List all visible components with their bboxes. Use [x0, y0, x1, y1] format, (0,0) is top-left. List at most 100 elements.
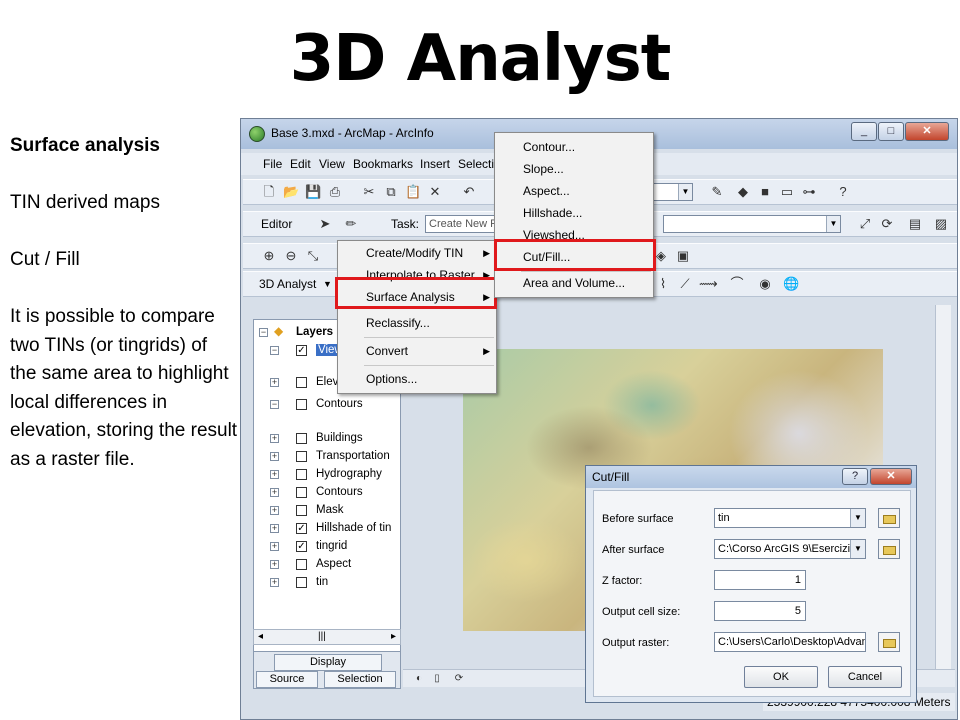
minimize-button[interactable]: _ [851, 122, 877, 141]
layer-visibility-checkbox[interactable]: ✓ [296, 345, 307, 356]
expand-toggle-icon[interactable]: − [270, 346, 279, 355]
split-tool-icon[interactable]: ⤢ [857, 216, 873, 232]
tab-source[interactable]: Source [256, 671, 318, 688]
expand-toggle-icon[interactable]: + [270, 506, 279, 515]
menu-hillshade[interactable]: Hillshade... [495, 201, 653, 225]
menu-slope[interactable]: Slope... [495, 157, 653, 181]
layer-visibility-checkbox[interactable] [296, 399, 307, 410]
z-factor-input[interactable]: 1 [714, 570, 806, 590]
close-button[interactable]: ✕ [905, 122, 949, 141]
map-vertical-scrollbar[interactable] [935, 305, 951, 669]
expand-toggle-icon[interactable]: + [270, 542, 279, 551]
layer-visibility-checkbox[interactable] [296, 559, 307, 570]
expand-toggle-icon[interactable]: + [270, 452, 279, 461]
new-icon[interactable]: 🗋 [261, 184, 277, 200]
sketch-tool-icon[interactable]: ✏ [343, 216, 359, 232]
editor-toolbar-icon[interactable]: ✎ [709, 184, 725, 200]
zoom-out-icon[interactable]: ⊖ [283, 248, 299, 264]
menu-edit[interactable]: Edit [290, 157, 311, 171]
after-surface-select[interactable]: C:\Corso ArcGIS 9\Esercizi ▼ [714, 539, 866, 559]
dialog-close-button[interactable]: ✕ [870, 468, 912, 485]
expand-toggle-icon[interactable]: + [270, 578, 279, 587]
menu-file[interactable]: File [263, 157, 282, 171]
toc-layer-row[interactable]: + Aspect [253, 556, 401, 574]
arcscene-icon[interactable]: ◉ [757, 276, 773, 292]
open-icon[interactable]: 📂 [283, 184, 299, 200]
layer-visibility-checkbox[interactable] [296, 433, 307, 444]
layer-visibility-checkbox[interactable] [296, 469, 307, 480]
menu-area-volume[interactable]: Area and Volume... [495, 271, 653, 295]
expand-toggle-icon[interactable]: − [270, 400, 279, 409]
editor-menu[interactable]: Editor [261, 217, 292, 231]
command-line-icon[interactable]: ▭ [779, 184, 795, 200]
toc-layer-row[interactable]: + Mask [253, 502, 401, 520]
attributes-icon[interactable]: ▤ [907, 216, 923, 232]
expand-toggle-icon[interactable]: + [270, 434, 279, 443]
menu-contour[interactable]: Contour... [495, 135, 653, 159]
layout-view-icon[interactable]: ▯ [429, 671, 445, 687]
delete-icon[interactable]: ✕ [427, 184, 443, 200]
cancel-button[interactable]: Cancel [828, 666, 902, 688]
data-view-icon[interactable]: ◐ [411, 671, 427, 687]
toc-layer-row[interactable]: + Buildings [253, 430, 401, 448]
sketch-properties-icon[interactable]: ▨ [933, 216, 949, 232]
dialog-titlebar[interactable]: Cut/Fill ? ✕ [586, 466, 916, 488]
ok-button[interactable]: OK [744, 666, 818, 688]
fixed-zoom-icon[interactable]: ⤡ [305, 248, 321, 264]
refresh-icon[interactable]: ⟳ [451, 671, 467, 687]
zoom-in-icon[interactable]: ⊕ [261, 248, 277, 264]
steepest-path-icon[interactable]: ⟋ [677, 276, 693, 292]
menu-options[interactable]: Options... [338, 367, 496, 391]
layer-visibility-checkbox[interactable] [296, 487, 307, 498]
layer-visibility-checkbox[interactable] [296, 577, 307, 588]
cut-icon[interactable]: ✂ [361, 184, 377, 200]
arcglobe-icon[interactable]: 🌐 [783, 276, 799, 292]
print-icon[interactable]: ⎙ [327, 184, 343, 200]
toc-layer-row[interactable]: − Contours [253, 396, 401, 414]
open-folder-icon[interactable] [878, 508, 900, 528]
catalog-icon[interactable]: ◆ [735, 184, 751, 200]
tab-display[interactable]: Display [274, 654, 382, 671]
task-combo[interactable]: Create New F [425, 215, 497, 233]
layer-visibility-checkbox[interactable]: ✓ [296, 541, 307, 552]
menu-aspect[interactable]: Aspect... [495, 179, 653, 203]
open-folder-icon[interactable] [878, 632, 900, 652]
viewer-icon[interactable]: ▣ [675, 248, 691, 264]
dialog-help-button[interactable]: ? [842, 468, 868, 485]
scale-combo[interactable]: ▼ [653, 183, 693, 201]
open-folder-icon[interactable] [878, 539, 900, 559]
layer-visibility-checkbox[interactable] [296, 377, 307, 388]
menu-convert[interactable]: Convert ▶ [338, 339, 496, 363]
contour-tool-icon[interactable]: ⌇ [655, 276, 671, 292]
menu-view[interactable]: View [319, 157, 345, 171]
toc-layer-row[interactable]: + Hydrography [253, 466, 401, 484]
tab-selection[interactable]: Selection [324, 671, 396, 688]
menu-insert[interactable]: Insert [420, 157, 450, 171]
toc-layer-row[interactable]: + Transportation [253, 448, 401, 466]
output-cell-size-input[interactable]: 5 [714, 601, 806, 621]
target-combo[interactable]: ▼ [663, 215, 841, 233]
expand-toggle-icon[interactable]: + [270, 378, 279, 387]
save-icon[interactable]: 💾 [305, 184, 321, 200]
expand-toggle-icon[interactable]: + [270, 560, 279, 569]
profile-graph-icon[interactable]: ⌒ [729, 276, 745, 292]
paste-icon[interactable]: 📋 [405, 184, 421, 200]
expand-toggle-icon[interactable]: + [270, 488, 279, 497]
line-of-sight-icon[interactable]: ⟿ [699, 276, 718, 292]
output-raster-input[interactable]: C:\Users\Carlo\Desktop\Advan [714, 632, 866, 652]
layer-visibility-checkbox[interactable] [296, 505, 307, 516]
rotate-tool-icon[interactable]: ⟳ [879, 216, 895, 232]
toc-layer-row[interactable]: + ✓ tingrid [253, 538, 401, 556]
model-builder-icon[interactable]: ⊶ [801, 184, 817, 200]
menu-create-modify-tin[interactable]: Create/Modify TIN ▶ [338, 241, 496, 265]
chevron-down-icon[interactable]: ▼ [323, 279, 332, 289]
layer-visibility-checkbox[interactable] [296, 451, 307, 462]
toc-layer-row[interactable]: + ✓ Hillshade of tin [253, 520, 401, 538]
copy-icon[interactable]: ⧉ [383, 184, 399, 200]
toc-layer-row[interactable]: + Contours [253, 484, 401, 502]
expand-toggle-icon[interactable]: + [270, 470, 279, 479]
layer-visibility-checkbox[interactable]: ✓ [296, 523, 307, 534]
arctoolbox-icon[interactable]: ■ [757, 184, 773, 200]
undo-icon[interactable]: ↶ [461, 184, 477, 200]
edit-tool-icon[interactable]: ➤ [317, 216, 333, 232]
